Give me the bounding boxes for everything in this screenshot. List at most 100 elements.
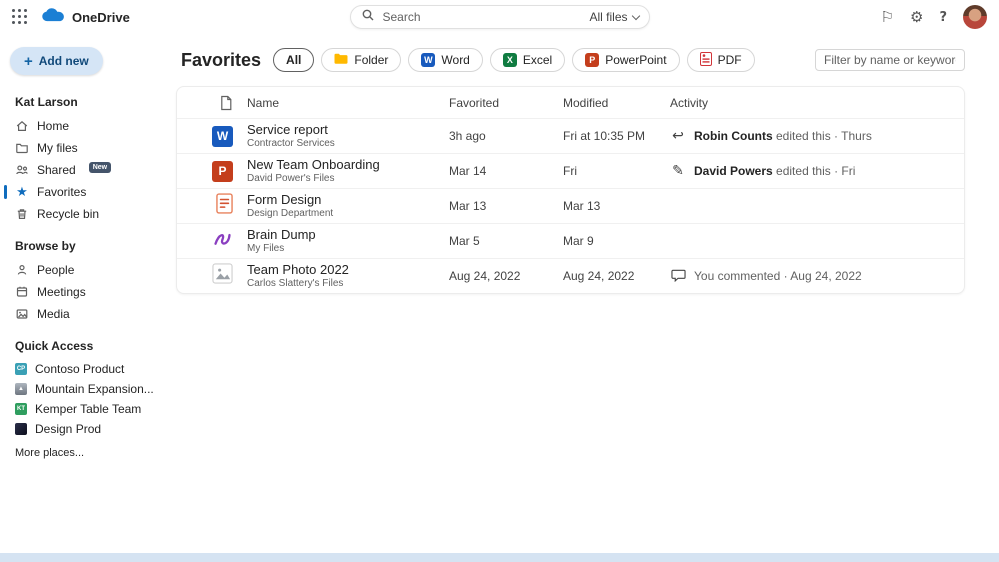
modified-date: Mar 13 bbox=[563, 199, 670, 213]
quick-access-item-design-prod[interactable]: Design Prod bbox=[0, 419, 176, 439]
search-input[interactable] bbox=[381, 9, 590, 25]
activity-text: edited this · Fri bbox=[776, 164, 855, 178]
calendar-icon bbox=[15, 285, 29, 299]
quick-access-nav: CP Contoso Product ▲ Mountain Expansion.… bbox=[0, 359, 176, 439]
star-icon: ★ bbox=[15, 186, 29, 199]
activity-text: You commented · Aug 24, 2022 bbox=[694, 269, 862, 283]
search-icon bbox=[361, 8, 375, 27]
sidebar-item-label: Recycle bin bbox=[37, 207, 99, 221]
favorited-date: 3h ago bbox=[449, 129, 563, 143]
feedback-flag-button[interactable]: ⚐ bbox=[881, 10, 894, 25]
window-bottom-strip bbox=[0, 553, 999, 562]
pencil-icon: ✎ bbox=[670, 164, 686, 178]
onedrive-logo[interactable]: OneDrive bbox=[42, 7, 130, 27]
filter-by-name-input[interactable] bbox=[815, 49, 965, 71]
contoso-product-icon: CP bbox=[15, 363, 27, 375]
sidebar-item-people[interactable]: People bbox=[0, 259, 176, 281]
sidebar-nav: Home My files Shared New ★ Favorites bbox=[0, 115, 176, 225]
file-name: Form Design bbox=[247, 193, 449, 208]
activity-cell: ✎ David Powers edited this · Fri bbox=[670, 164, 964, 178]
modified-date: Aug 24, 2022 bbox=[563, 269, 670, 283]
powerpoint-pill-icon: P bbox=[585, 53, 599, 67]
browse-by-nav: People Meetings Media bbox=[0, 259, 176, 325]
filter-pill-word[interactable]: W Word bbox=[408, 48, 482, 72]
column-header-modified[interactable]: Modified bbox=[563, 96, 670, 110]
new-badge: New bbox=[89, 162, 111, 173]
table-row[interactable]: Team Photo 2022 Carlos Slattery's Files … bbox=[177, 258, 964, 293]
top-bar: OneDrive All files ⚐ ⚙ ? bbox=[0, 0, 999, 34]
top-actions: ⚐ ⚙ ? bbox=[881, 5, 987, 29]
file-name: New Team Onboarding bbox=[247, 158, 449, 173]
modified-date: Fri at 10:35 PM bbox=[563, 129, 670, 143]
filter-pill-excel[interactable]: X Excel bbox=[490, 48, 565, 72]
table-row[interactable]: Form Design Design Department Mar 13 Mar… bbox=[177, 188, 964, 223]
settings-gear-button[interactable]: ⚙ bbox=[910, 10, 923, 25]
sidebar-item-label: My files bbox=[37, 141, 78, 155]
modified-date: Mar 9 bbox=[563, 234, 670, 248]
column-header-activity[interactable]: Activity bbox=[670, 96, 964, 110]
files-table: Name Favorited Modified Activity W Servi… bbox=[176, 86, 965, 294]
owner-name: Kat Larson bbox=[0, 89, 176, 115]
sidebar-item-media[interactable]: Media bbox=[0, 303, 176, 325]
table-row[interactable]: W Service report Contractor Services 3h … bbox=[177, 118, 964, 153]
account-avatar[interactable] bbox=[963, 5, 987, 29]
sidebar-item-favorites[interactable]: ★ Favorites bbox=[0, 181, 176, 203]
word-pill-icon: W bbox=[421, 53, 435, 67]
filter-pill-powerpoint[interactable]: P PowerPoint bbox=[572, 48, 679, 72]
pill-label: PDF bbox=[718, 53, 742, 67]
activity-person: Robin Counts bbox=[694, 129, 773, 143]
more-places-link[interactable]: More places... bbox=[0, 439, 176, 459]
filter-pill-all[interactable]: All bbox=[273, 48, 314, 72]
sidebar-item-shared[interactable]: Shared New bbox=[0, 159, 176, 181]
file-location: My Files bbox=[247, 243, 449, 254]
filter-pill-folder[interactable]: Folder bbox=[321, 48, 401, 72]
favorited-date: Mar 14 bbox=[449, 164, 563, 178]
whiteboard-file-icon bbox=[212, 228, 233, 254]
filter-pill-pdf[interactable]: PDF bbox=[687, 48, 755, 72]
excel-pill-icon: X bbox=[503, 53, 517, 67]
quick-access-label-text: Design Prod bbox=[35, 419, 101, 439]
page-title: Favorites bbox=[181, 50, 261, 71]
comment-bubble-icon bbox=[670, 268, 686, 285]
browse-by-label: Browse by bbox=[0, 233, 176, 259]
file-name: Brain Dump bbox=[247, 228, 449, 243]
quick-access-item-mountain[interactable]: ▲ Mountain Expansion... bbox=[0, 379, 176, 399]
column-header-favorited[interactable]: Favorited bbox=[449, 96, 563, 110]
quick-access-item-contoso[interactable]: CP Contoso Product bbox=[0, 359, 176, 379]
column-header-name[interactable]: Name bbox=[247, 96, 449, 110]
sidebar-item-label: Media bbox=[37, 307, 70, 321]
add-new-button[interactable]: + Add new bbox=[10, 47, 103, 75]
activity-person: David Powers bbox=[694, 164, 773, 178]
form-file-icon bbox=[216, 193, 233, 219]
pill-label: Excel bbox=[523, 53, 552, 67]
pdf-pill-icon bbox=[700, 52, 712, 69]
chevron-down-icon bbox=[631, 11, 639, 19]
app-launcher-button[interactable] bbox=[12, 9, 28, 25]
sidebar-item-meetings[interactable]: Meetings bbox=[0, 281, 176, 303]
favorited-date: Aug 24, 2022 bbox=[449, 269, 563, 283]
powerpoint-file-icon: P bbox=[212, 161, 233, 182]
pill-label: PowerPoint bbox=[605, 53, 666, 67]
onedrive-cloud-icon bbox=[42, 7, 66, 27]
search-bar[interactable]: All files bbox=[350, 5, 650, 29]
home-icon bbox=[15, 119, 29, 133]
activity-cell: ↩ Robin Counts edited this · Thurs bbox=[670, 129, 964, 143]
table-row[interactable]: P New Team Onboarding David Power's File… bbox=[177, 153, 964, 188]
sidebar-item-label: Shared bbox=[37, 163, 76, 177]
sidebar-item-home[interactable]: Home bbox=[0, 115, 176, 137]
activity-cell: You commented · Aug 24, 2022 bbox=[670, 268, 964, 285]
sidebar-item-label: People bbox=[37, 263, 74, 277]
help-button[interactable]: ? bbox=[939, 11, 947, 24]
quick-access-item-kemper[interactable]: KT Kemper Table Team bbox=[0, 399, 176, 419]
file-name: Team Photo 2022 bbox=[247, 263, 449, 278]
table-row[interactable]: Brain Dump My Files Mar 5 Mar 9 bbox=[177, 223, 964, 258]
add-new-label: Add new bbox=[39, 54, 89, 68]
pill-label: All bbox=[286, 53, 301, 67]
app-body: + Add new Kat Larson Home My files bbox=[0, 34, 999, 553]
sidebar-item-recycle-bin[interactable]: Recycle bin bbox=[0, 203, 176, 225]
file-location: Contractor Services bbox=[247, 138, 449, 149]
sidebar-item-my-files[interactable]: My files bbox=[0, 137, 176, 159]
word-file-icon: W bbox=[212, 126, 233, 147]
search-scope-dropdown[interactable]: All files bbox=[589, 10, 638, 24]
design-prod-icon bbox=[15, 423, 27, 435]
